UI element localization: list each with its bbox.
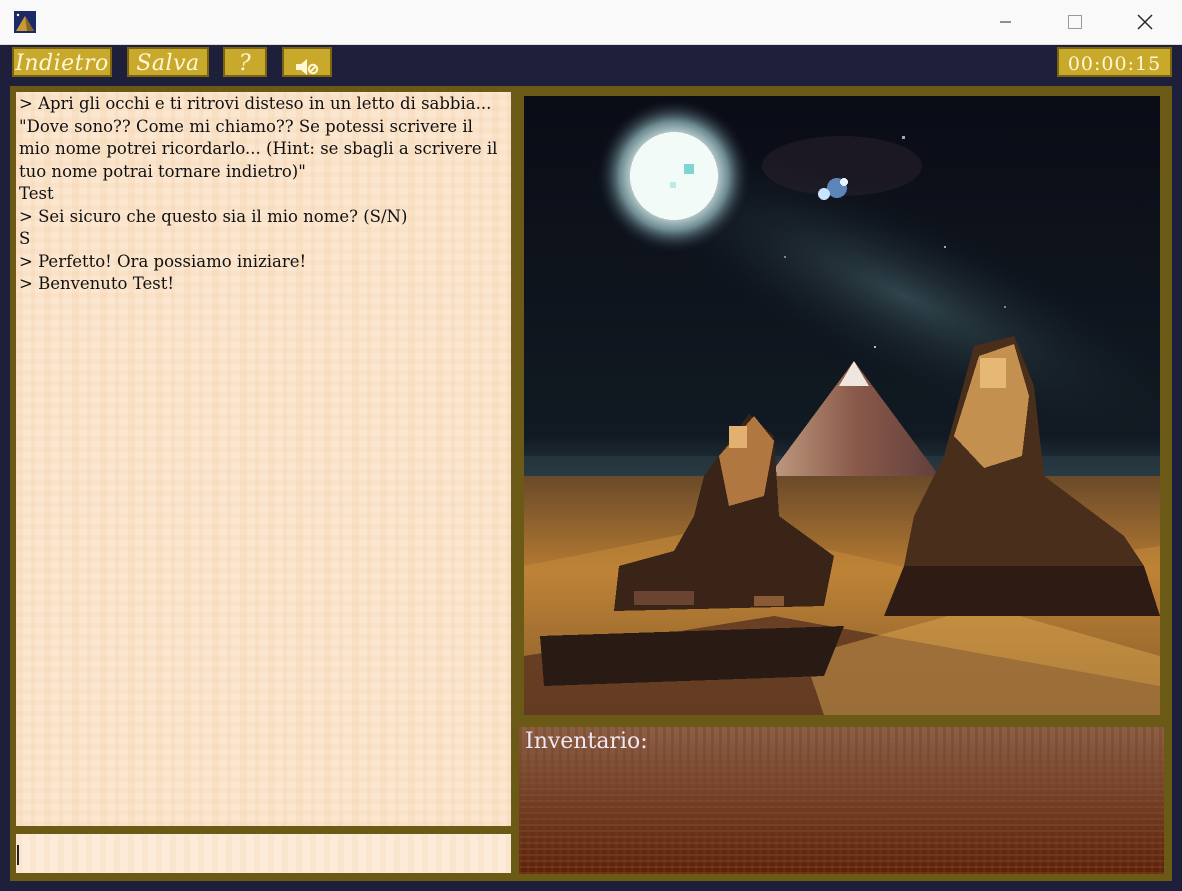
maximize-icon[interactable] [1052, 0, 1098, 44]
inventory-label: Inventario: [525, 729, 648, 754]
log-line: > Apri gli occhi e ti ritrovi disteso in… [19, 94, 503, 181]
scene-image [524, 96, 1160, 715]
close-icon[interactable] [1122, 0, 1168, 44]
elapsed-timer: 00:00:15 [1057, 47, 1172, 77]
text-caret [17, 845, 19, 865]
game-toolbar: Indietro Salva ? 00:00:15 [0, 45, 1182, 83]
help-button[interactable]: ? [223, 47, 267, 77]
speaker-mute-icon [294, 55, 320, 85]
window-titlebar [0, 0, 1182, 45]
log-line: Test [19, 184, 54, 203]
command-input[interactable] [16, 834, 511, 873]
story-log: > Apri gli occhi e ti ritrovi disteso in… [16, 92, 511, 826]
minimize-icon[interactable] [983, 0, 1029, 44]
back-button[interactable]: Indietro [12, 47, 112, 77]
log-line: > Sei sicuro che questo sia il mio nome?… [19, 206, 408, 226]
log-line: S [19, 229, 31, 248]
log-line: > Benvenuto Test! [19, 274, 174, 293]
inventory-panel: Inventario: [519, 727, 1164, 874]
log-line: > Perfetto! Ora possiamo iniziare! [19, 251, 307, 271]
sound-toggle-button[interactable] [282, 47, 332, 77]
save-button[interactable]: Salva [127, 47, 209, 77]
pyramid-app-icon [14, 11, 36, 33]
